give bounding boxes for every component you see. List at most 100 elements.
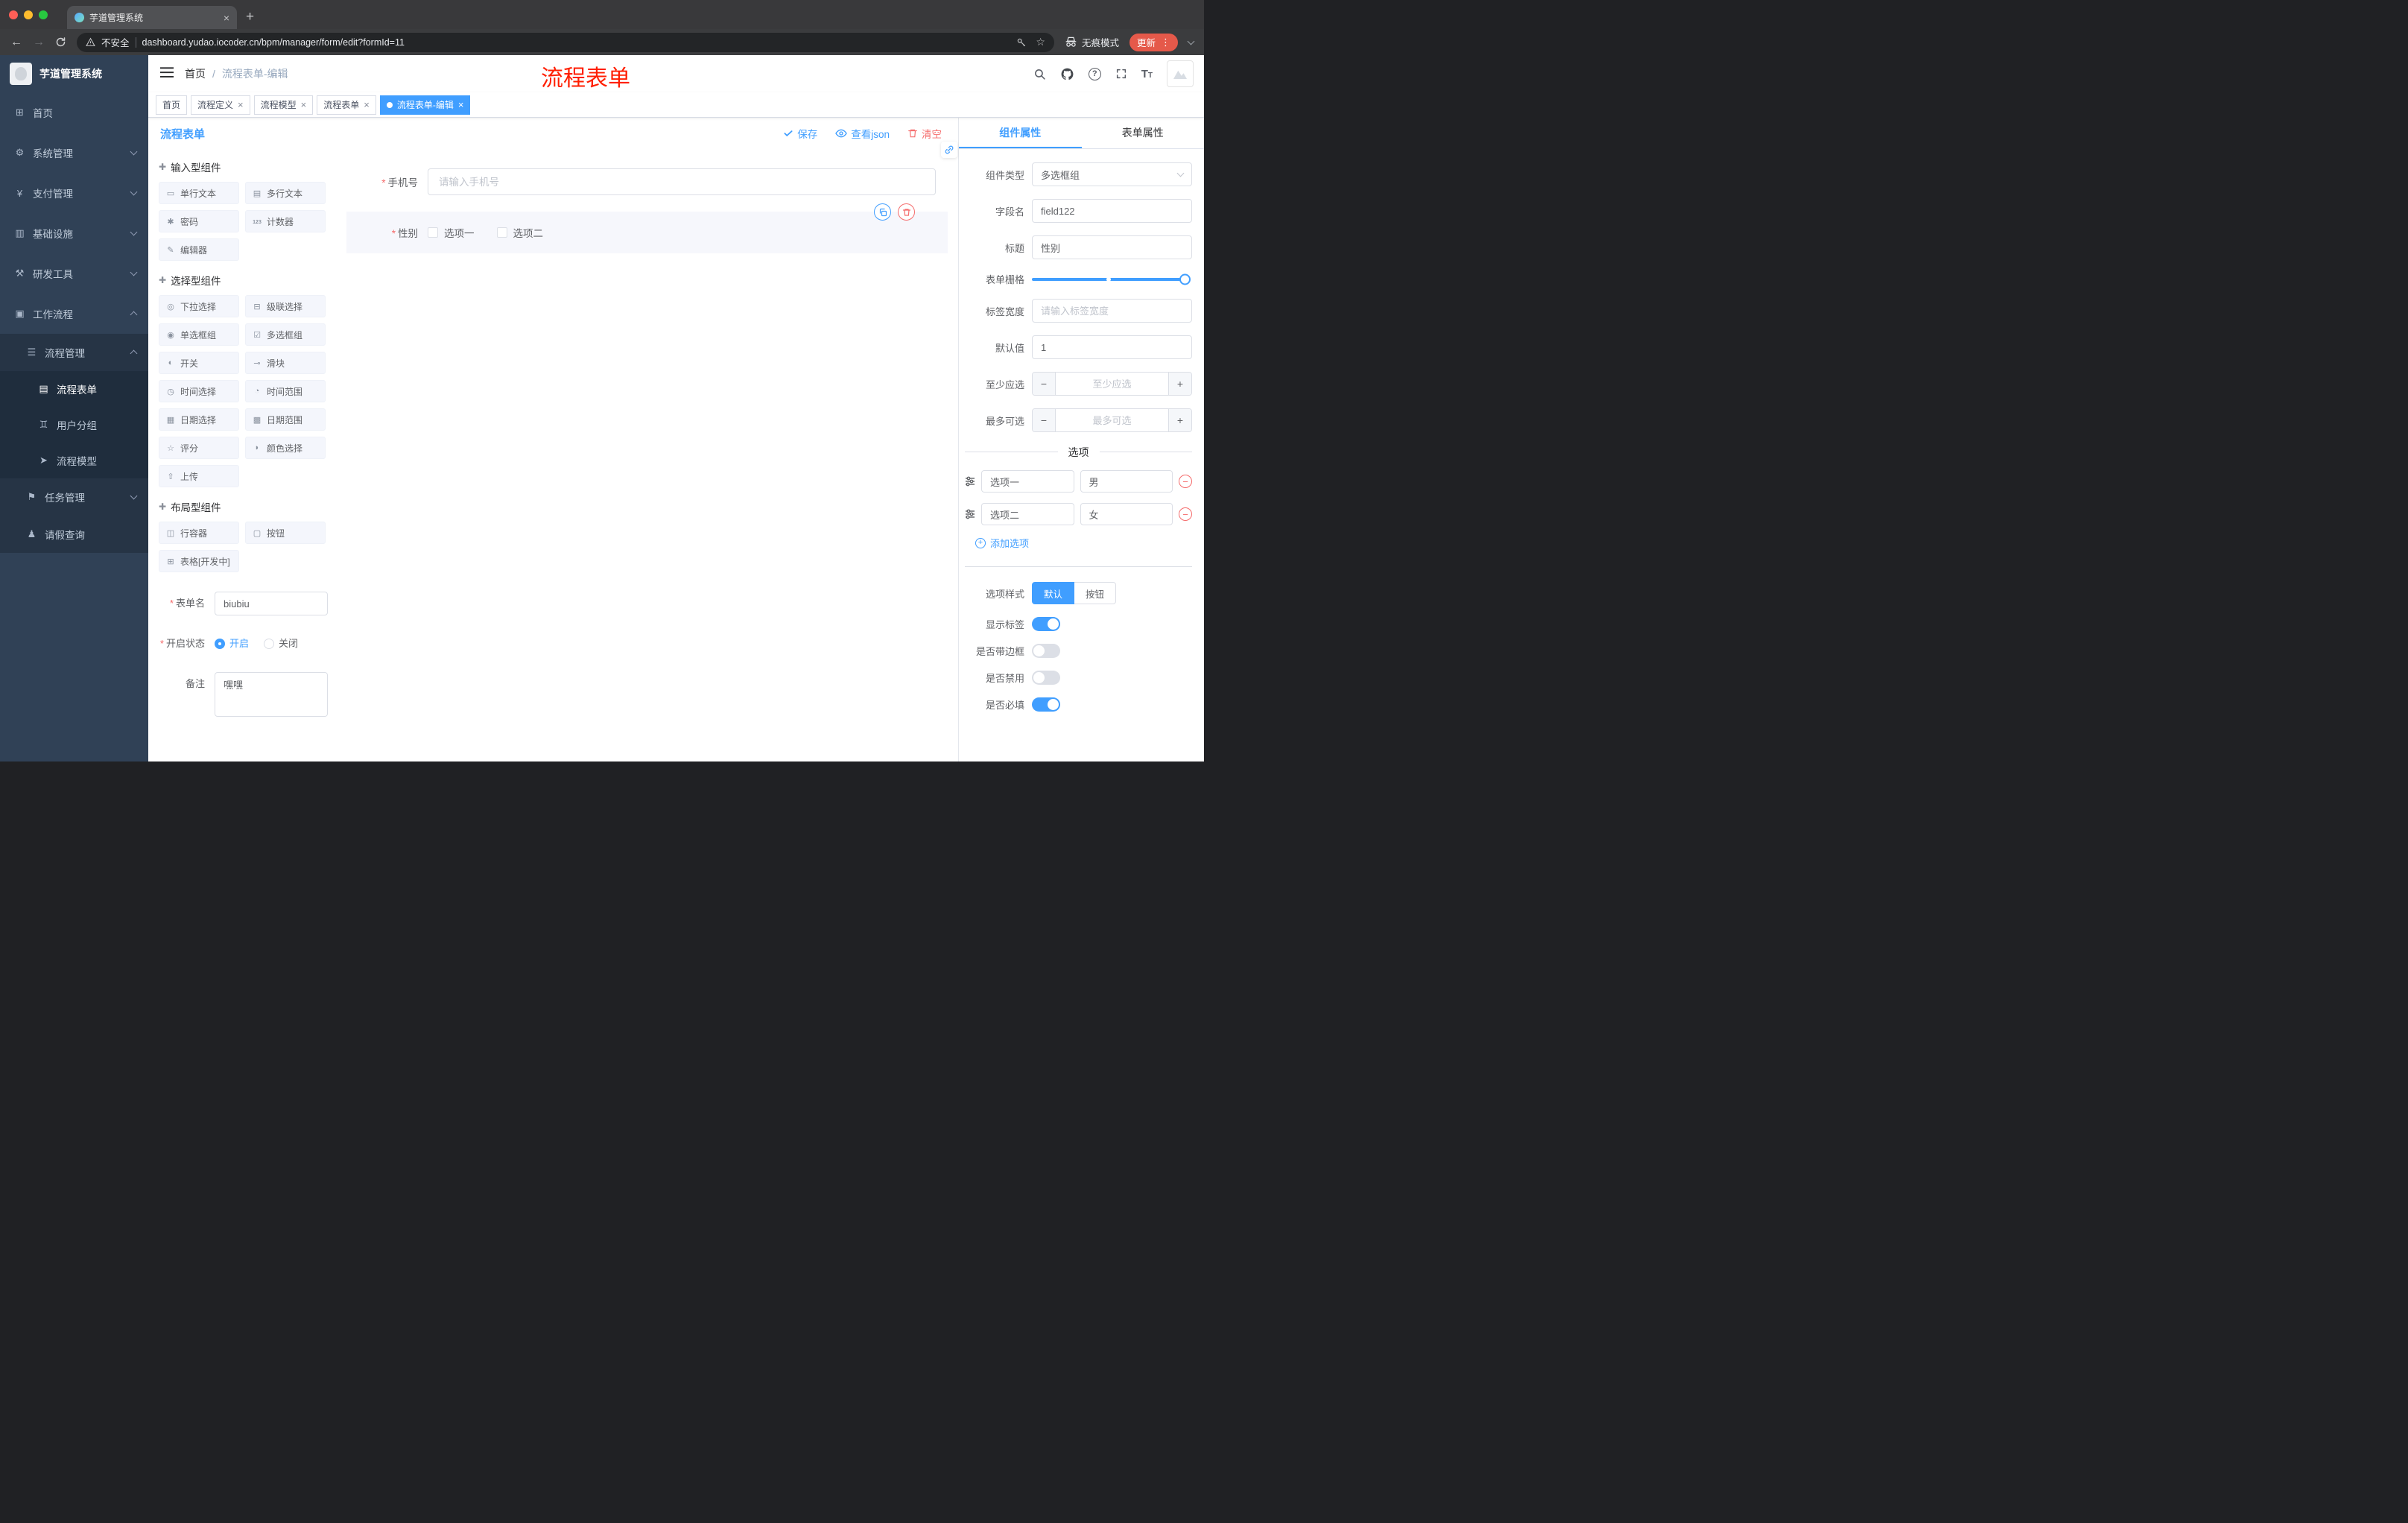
save-button[interactable]: 保存 xyxy=(783,126,817,141)
palette-item-counter[interactable]: 计数器 xyxy=(245,210,326,232)
min-select-input[interactable] xyxy=(1056,373,1168,395)
window-zoom-button[interactable] xyxy=(39,10,48,19)
palette-item-switch[interactable]: 开关 xyxy=(159,352,239,374)
reload-button[interactable] xyxy=(55,37,66,48)
palette-item-radio-group[interactable]: 单选框组 xyxy=(159,323,239,346)
phone-input[interactable] xyxy=(428,168,936,195)
option2-checkbox[interactable] xyxy=(496,227,507,238)
sidebar-item-workflow[interactable]: 工作流程 xyxy=(0,294,148,334)
title-input[interactable] xyxy=(1032,235,1192,259)
drag-handle-icon[interactable] xyxy=(965,476,975,487)
back-button[interactable]: ← xyxy=(10,36,22,48)
gender-field[interactable]: * 性别 选项一 选项二 xyxy=(346,203,948,253)
label-width-input[interactable] xyxy=(1032,299,1192,323)
option-label-input[interactable] xyxy=(981,503,1074,525)
palette-item-date-picker[interactable]: 日期选择 xyxy=(159,408,239,431)
tag-close-icon[interactable]: × xyxy=(238,99,244,110)
palette-item-select[interactable]: 下拉选择 xyxy=(159,295,239,317)
app-logo[interactable]: 芋道管理系统 xyxy=(0,55,148,92)
tab-form-props[interactable]: 表单属性 xyxy=(1082,118,1205,148)
tag-close-icon[interactable]: × xyxy=(458,99,464,110)
sidebar-item-process-model[interactable]: 流程模型 xyxy=(0,443,148,478)
sidebar-item-payment-management[interactable]: 支付管理 xyxy=(0,173,148,213)
help-icon[interactable]: ? xyxy=(1088,67,1101,80)
decrease-button[interactable]: − xyxy=(1033,409,1056,431)
palette-item-color-picker[interactable]: 颜色选择 xyxy=(245,437,326,459)
view-json-button[interactable]: 查看json xyxy=(835,126,890,141)
sidebar-item-process-management[interactable]: 流程管理 xyxy=(0,334,148,371)
update-button[interactable]: 更新 ⋮ xyxy=(1129,33,1178,51)
sidebar-item-task-management[interactable]: 任务管理 xyxy=(0,478,148,516)
window-minimize-button[interactable] xyxy=(24,10,33,19)
sidebar-item-system-management[interactable]: 系统管理 xyxy=(0,133,148,173)
default-value-input[interactable] xyxy=(1032,335,1192,359)
show-label-toggle[interactable] xyxy=(1032,617,1060,631)
browser-menu-icon[interactable]: ⋮ xyxy=(1161,37,1170,48)
palette-item-cascader[interactable]: 级联选择 xyxy=(245,295,326,317)
max-select-input[interactable] xyxy=(1056,409,1168,431)
fullscreen-icon[interactable] xyxy=(1115,68,1127,80)
border-toggle[interactable] xyxy=(1032,644,1060,658)
palette-item-row-container[interactable]: 行容器 xyxy=(159,522,239,544)
option-label-input[interactable] xyxy=(981,470,1074,493)
tab-component-props[interactable]: 组件属性 xyxy=(959,118,1082,148)
sidebar-item-user-group[interactable]: 用户分组 xyxy=(0,407,148,443)
tag-home[interactable]: 首页 xyxy=(156,95,188,115)
sidebar-toggle-button[interactable] xyxy=(160,67,174,80)
window-close-button[interactable] xyxy=(9,10,18,19)
palette-item-upload[interactable]: 上传 xyxy=(159,465,239,487)
sidebar-item-process-form[interactable]: 流程表单 xyxy=(0,371,148,407)
phone-field[interactable]: * 手机号 xyxy=(346,161,948,203)
style-default-button[interactable]: 默认 xyxy=(1032,582,1075,604)
new-tab-button[interactable]: + xyxy=(246,9,254,25)
style-button-button[interactable]: 按钮 xyxy=(1074,582,1117,604)
increase-button[interactable]: + xyxy=(1168,409,1191,431)
clear-button[interactable]: 清空 xyxy=(907,126,942,141)
link-icon[interactable] xyxy=(941,142,957,158)
delete-component-button[interactable] xyxy=(898,203,915,221)
palette-item-button[interactable]: 按钮 xyxy=(245,522,326,544)
tag-close-icon[interactable]: × xyxy=(364,99,370,110)
palette-item-checkbox-group[interactable]: 多选框组 xyxy=(245,323,326,346)
sidebar-item-devtools[interactable]: 研发工具 xyxy=(0,253,148,294)
option-value-input[interactable] xyxy=(1080,503,1173,525)
status-off-radio[interactable] xyxy=(264,639,275,649)
palette-item-multi-line-text[interactable]: 多行文本 xyxy=(245,182,326,204)
slider-handle[interactable] xyxy=(1179,273,1191,285)
browser-tab[interactable]: 芋道管理系统 × xyxy=(67,6,237,29)
add-option-button[interactable]: + 添加选项 xyxy=(975,536,1192,550)
drag-handle-icon[interactable] xyxy=(965,509,975,519)
palette-item-date-range[interactable]: 日期范围 xyxy=(245,408,326,431)
tag-process-model[interactable]: 流程模型 × xyxy=(253,95,314,115)
palette-item-time-range[interactable]: 时间范围 xyxy=(245,380,326,402)
font-size-icon[interactable]: TT xyxy=(1141,68,1153,80)
form-name-input[interactable] xyxy=(215,592,328,615)
address-bar[interactable]: 不安全 dashboard.yudao.iocoder.cn/bpm/manag… xyxy=(77,32,1054,52)
breadcrumb-home[interactable]: 首页 xyxy=(185,66,206,81)
sidebar-item-infrastructure[interactable]: 基础设施 xyxy=(0,213,148,253)
decrease-button[interactable]: − xyxy=(1033,373,1056,395)
forward-button[interactable]: → xyxy=(33,36,45,48)
tab-close-icon[interactable]: × xyxy=(224,12,229,24)
user-avatar[interactable] xyxy=(1167,60,1194,87)
palette-item-slider[interactable]: 滑块 xyxy=(245,352,326,374)
tag-process-form[interactable]: 流程表单 × xyxy=(317,95,376,115)
tag-process-form-edit[interactable]: 流程表单-编辑 × xyxy=(379,95,471,115)
copy-component-button[interactable] xyxy=(874,203,891,221)
field-name-input[interactable] xyxy=(1032,199,1192,223)
remove-option-button[interactable]: − xyxy=(1179,475,1192,488)
option-value-input[interactable] xyxy=(1080,470,1173,493)
status-on-radio[interactable] xyxy=(215,639,225,649)
palette-item-single-line-text[interactable]: 单行文本 xyxy=(159,182,239,204)
required-toggle[interactable] xyxy=(1032,697,1060,712)
chevron-down-icon[interactable] xyxy=(1187,37,1195,45)
key-icon[interactable] xyxy=(1016,37,1027,48)
sidebar-item-home[interactable]: 首页 xyxy=(0,92,148,133)
tag-process-definition[interactable]: 流程定义 × xyxy=(191,95,250,115)
component-type-select[interactable]: 多选框组 xyxy=(1032,162,1192,186)
disabled-toggle[interactable] xyxy=(1032,671,1060,685)
palette-item-table[interactable]: 表格[开发中] xyxy=(159,550,239,572)
github-icon[interactable] xyxy=(1060,67,1074,81)
bookmark-star-icon[interactable]: ☆ xyxy=(1036,36,1045,48)
form-grid-slider[interactable] xyxy=(1032,273,1191,285)
